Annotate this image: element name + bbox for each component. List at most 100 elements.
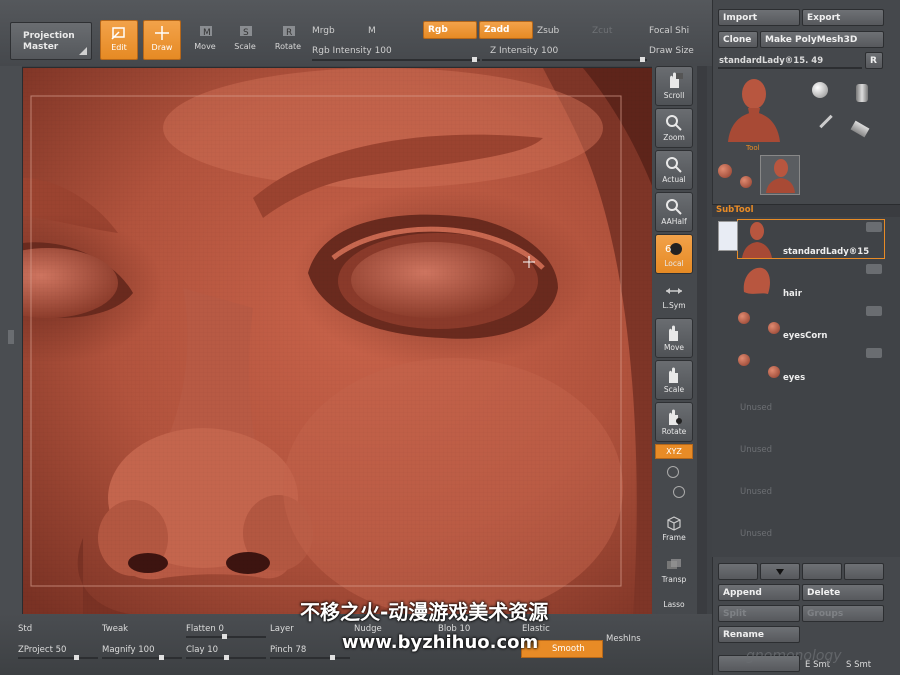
rgb-intensity-slider[interactable]: Rgb Intensity 100 bbox=[312, 46, 392, 56]
z-intensity-knob[interactable] bbox=[640, 57, 645, 62]
triangle-icon bbox=[79, 47, 87, 55]
brush-clay[interactable]: Clay 10 bbox=[186, 645, 218, 655]
brush-flatten[interactable]: Flatten 0 bbox=[186, 624, 224, 634]
mrgb-button[interactable]: Mrgb bbox=[312, 26, 335, 36]
brush-zproject[interactable]: ZProject 50 bbox=[18, 645, 66, 655]
xyz-label: XYZ bbox=[666, 447, 682, 456]
svg-text:S: S bbox=[243, 28, 249, 38]
tool-slider-track[interactable] bbox=[718, 67, 862, 69]
visibility-eye-icon[interactable] bbox=[866, 348, 882, 358]
scale-button[interactable]: S Scale bbox=[226, 20, 264, 60]
brush-std[interactable]: Std bbox=[18, 624, 32, 634]
actual-button[interactable]: Actual bbox=[655, 150, 693, 190]
aahalf-button[interactable]: AAHalf bbox=[655, 192, 693, 232]
subtool-header[interactable]: SubTool bbox=[712, 204, 900, 217]
rotate-view-button[interactable]: Rotate bbox=[655, 402, 693, 442]
sculpt-render[interactable] bbox=[23, 68, 653, 615]
tool-thumbnail-main[interactable]: Tool bbox=[718, 74, 782, 152]
rgb-intensity-knob[interactable] bbox=[472, 57, 477, 62]
canvas-viewport[interactable] bbox=[22, 67, 654, 616]
bust-small-icon bbox=[766, 159, 795, 193]
spheres-tool-icon-2[interactable] bbox=[740, 176, 752, 188]
cylinder-tool-icon[interactable] bbox=[856, 84, 868, 102]
current-tool-slider[interactable]: standardLady®15. 49 bbox=[719, 56, 823, 66]
import-button[interactable]: Import bbox=[718, 9, 800, 26]
local-button[interactable]: 6 Local bbox=[655, 234, 693, 274]
draw-size-slider[interactable]: Draw Size bbox=[649, 46, 694, 56]
m-button[interactable]: M bbox=[368, 26, 376, 36]
zcut-button[interactable]: Zcut bbox=[592, 26, 612, 36]
scroll-down-button[interactable] bbox=[760, 563, 800, 580]
visibility-eye-icon[interactable] bbox=[866, 222, 882, 232]
move-view-button[interactable]: Move bbox=[655, 318, 693, 358]
groups-split-button[interactable]: Groups bbox=[802, 605, 884, 622]
edit-button[interactable]: Edit bbox=[100, 20, 138, 60]
sphere-tool-icon[interactable] bbox=[812, 82, 828, 98]
zsub-button[interactable]: Zsub bbox=[537, 26, 559, 36]
eyes-sphere-icon bbox=[738, 354, 750, 366]
focal-shift-slider[interactable]: Focal Shi bbox=[649, 26, 689, 36]
brush-layer[interactable]: Layer bbox=[270, 624, 294, 634]
brush-tweak[interactable]: Tweak bbox=[102, 624, 128, 634]
magnify-slider[interactable] bbox=[102, 657, 182, 659]
subtool-preview-swatch bbox=[718, 221, 738, 251]
move-button[interactable]: M Move bbox=[186, 20, 224, 60]
append-button[interactable]: Append bbox=[718, 584, 800, 601]
crosshair-cursor-icon bbox=[523, 256, 535, 268]
bust-subtool-icon bbox=[742, 222, 772, 258]
rgb-intensity-track[interactable] bbox=[312, 59, 480, 61]
pinch-knob[interactable] bbox=[330, 655, 335, 660]
split-button[interactable]: Split bbox=[718, 605, 800, 622]
rotate-button[interactable]: R Rotate bbox=[269, 20, 307, 60]
zoom-button[interactable]: Zoom bbox=[655, 108, 693, 148]
brush-magnify[interactable]: Magnify 100 bbox=[102, 645, 155, 655]
export-button[interactable]: Export bbox=[802, 9, 884, 26]
r-button[interactable]: R bbox=[865, 52, 883, 69]
z-intensity-slider[interactable]: Z Intensity 100 bbox=[490, 46, 558, 56]
z-intensity-track[interactable] bbox=[482, 59, 647, 61]
scale-view-label: Scale bbox=[663, 385, 685, 394]
lasso-button[interactable]: Lasso bbox=[655, 592, 693, 614]
flatten-knob[interactable] bbox=[222, 634, 227, 639]
visibility-eye-icon[interactable] bbox=[866, 264, 882, 274]
move-down-button[interactable] bbox=[844, 563, 884, 580]
tool-thumbnail-selected[interactable] bbox=[760, 155, 800, 195]
projection-master-button[interactable]: Projection Master bbox=[10, 22, 92, 60]
rgb-button[interactable]: Rgb bbox=[423, 21, 477, 39]
make-polymesh-button[interactable]: Make PolyMesh3D bbox=[760, 31, 884, 48]
subtool-title: SubTool bbox=[716, 205, 754, 215]
scale-view-button[interactable]: Scale bbox=[655, 360, 693, 400]
visibility-eye-icon[interactable] bbox=[866, 306, 882, 316]
rotate-z-icon[interactable] bbox=[673, 486, 685, 498]
left-tray-handle[interactable] bbox=[8, 330, 14, 344]
delete-button[interactable]: Delete bbox=[802, 584, 884, 601]
top-toolbar: Projection Master Edit Draw M Move S Sca… bbox=[0, 0, 712, 66]
clone-button[interactable]: Clone bbox=[718, 31, 758, 48]
move-up-button[interactable] bbox=[802, 563, 842, 580]
scroll-up-button[interactable] bbox=[718, 563, 758, 580]
dock-scrollbar[interactable] bbox=[697, 66, 707, 614]
rotate-y-icon[interactable] bbox=[667, 466, 679, 478]
magnify-knob[interactable] bbox=[159, 655, 164, 660]
zproject-knob[interactable] bbox=[74, 655, 79, 660]
scroll-button[interactable]: Scroll bbox=[655, 66, 693, 106]
subtool-name: eyesCorn bbox=[783, 331, 828, 341]
svg-text:R: R bbox=[286, 28, 292, 38]
brush-pinch[interactable]: Pinch 78 bbox=[270, 645, 306, 655]
rename-button[interactable]: Rename bbox=[718, 626, 800, 643]
eyescorn-sphere-icon-2 bbox=[768, 322, 780, 334]
brush-meshins[interactable]: MeshIns bbox=[606, 634, 641, 644]
move-view-label: Move bbox=[663, 343, 685, 352]
gnomon-logo-watermark: gnomonology bbox=[746, 648, 842, 664]
lsym-button[interactable]: L.Sym bbox=[655, 276, 693, 316]
xyz-button[interactable]: XYZ bbox=[655, 444, 693, 459]
transp-button[interactable]: Transp bbox=[655, 550, 693, 590]
zadd-button[interactable]: Zadd bbox=[479, 21, 533, 39]
s-smt-toggle[interactable]: S Smt bbox=[846, 660, 871, 670]
clay-knob[interactable] bbox=[224, 655, 229, 660]
draw-button[interactable]: Draw bbox=[143, 20, 181, 60]
spheres-tool-icon[interactable] bbox=[718, 164, 732, 178]
frame-button[interactable]: Frame bbox=[655, 508, 693, 548]
zproject-slider[interactable] bbox=[18, 657, 98, 659]
pinch-slider[interactable] bbox=[270, 657, 350, 659]
